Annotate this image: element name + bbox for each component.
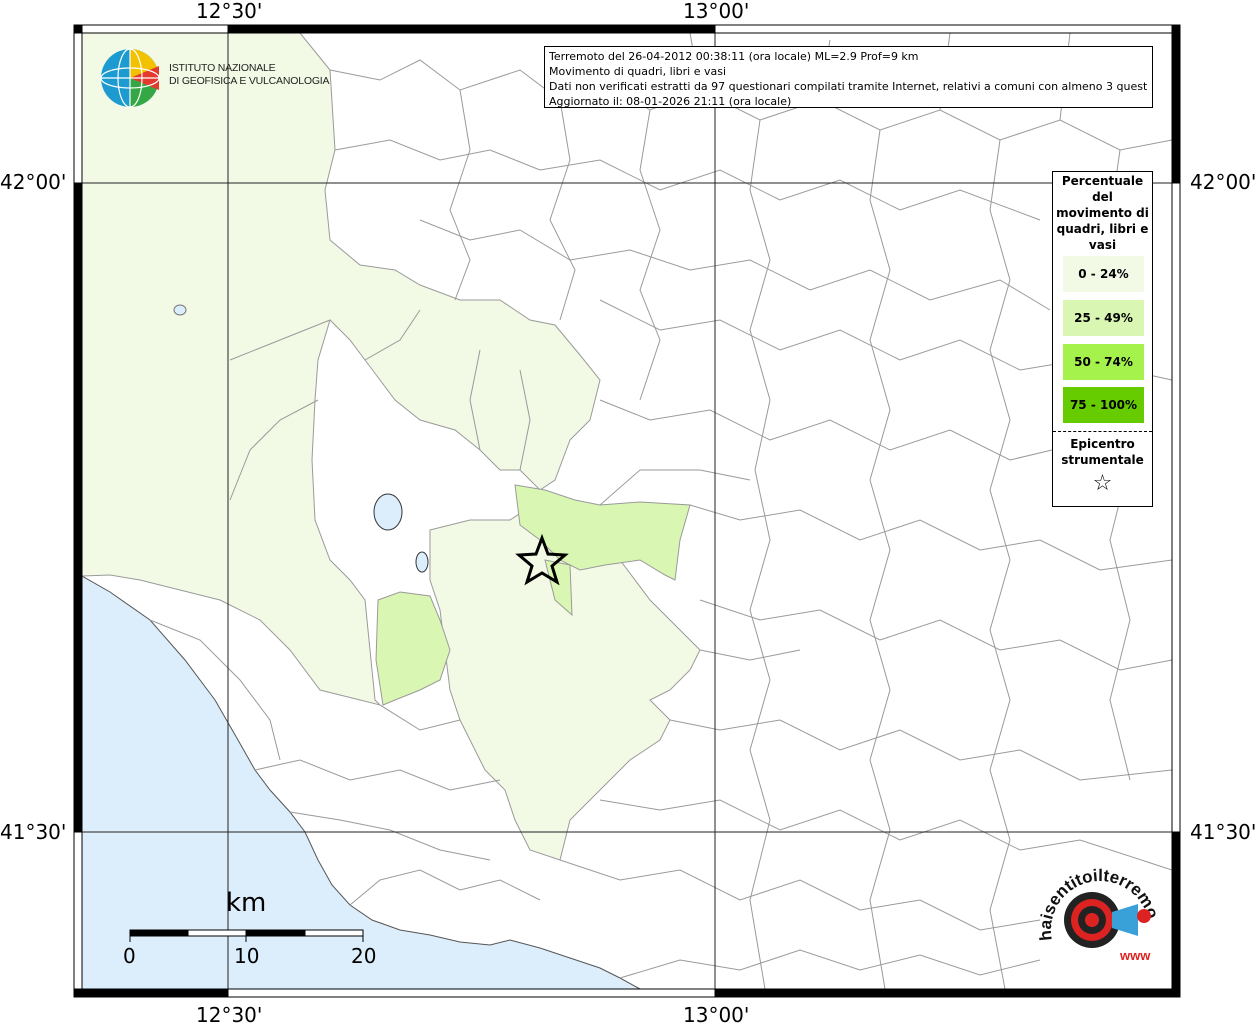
scale-tick-10: 10 (234, 944, 260, 968)
ingv-globe-icon (100, 48, 160, 108)
data-note-line: Dati non verificati estratti da 97 quest… (549, 80, 1148, 93)
lon-label-top-2: 13°00' (683, 0, 750, 23)
lat-label-right-1: 42°00' (1190, 170, 1255, 194)
event-info-box: Terremoto del 26-04-2012 00:38:11 (ora l… (544, 46, 1153, 108)
lon-label-top-1: 12°30' (196, 0, 263, 23)
lake-nemi (415, 551, 429, 573)
legend-item-25-49: 25 - 49% (1063, 300, 1144, 336)
ingv-name: ISTITUTO NAZIONALE DI GEOFISICA E VULCAN… (169, 62, 330, 88)
update-line: Aggiornato il: 08-01-2026 21:11 (ora loc… (549, 95, 792, 108)
scale-tick-0: 0 (123, 944, 136, 968)
legend-divider (1053, 431, 1152, 432)
lake-small (173, 304, 187, 316)
ingv-name-line1: ISTITUTO NAZIONALE (169, 62, 276, 74)
lat-label-right-2: 41°30' (1190, 820, 1255, 844)
ingv-name-line2: DI GEOFISICA E VULCANOLOGIA (169, 75, 330, 87)
legend-item-0-24: 0 - 24% (1063, 256, 1144, 292)
lon-label-bottom-1: 12°30' (196, 1003, 263, 1027)
lat-label-left-2: 41°30' (0, 820, 67, 844)
scale-unit: km (226, 888, 267, 918)
legend-star-icon: ☆ (1092, 471, 1113, 496)
hst-www-text: www (1119, 948, 1151, 963)
scale-tick-20: 20 (351, 944, 377, 968)
legend-item-50-74: 50 - 74% (1063, 344, 1144, 380)
event-line: Terremoto del 26-04-2012 00:38:11 (ora l… (549, 50, 919, 63)
hst-target-icon: haisentitoilterremoto.it www (1025, 845, 1163, 963)
hst-logo: haisentitoilterremoto.it www (1025, 845, 1170, 980)
legend: Percentuale del movimento di quadri, lib… (1052, 171, 1153, 507)
lat-label-left-1: 42°00' (0, 170, 67, 194)
legend-epicenter-label: Epicentro strumentale (1061, 437, 1144, 467)
legend-title: Percentuale del movimento di quadri, lib… (1056, 174, 1149, 252)
map-figure: 12°30' 13°00' 12°30' 13°00' 42°00' 41°30… (0, 0, 1255, 1027)
lon-label-bottom-2: 13°00' (683, 1003, 750, 1027)
effect-line: Movimento di quadri, libri e vasi (549, 65, 727, 78)
legend-item-75-100: 75 - 100% (1063, 387, 1144, 423)
lake-albano (373, 493, 403, 531)
